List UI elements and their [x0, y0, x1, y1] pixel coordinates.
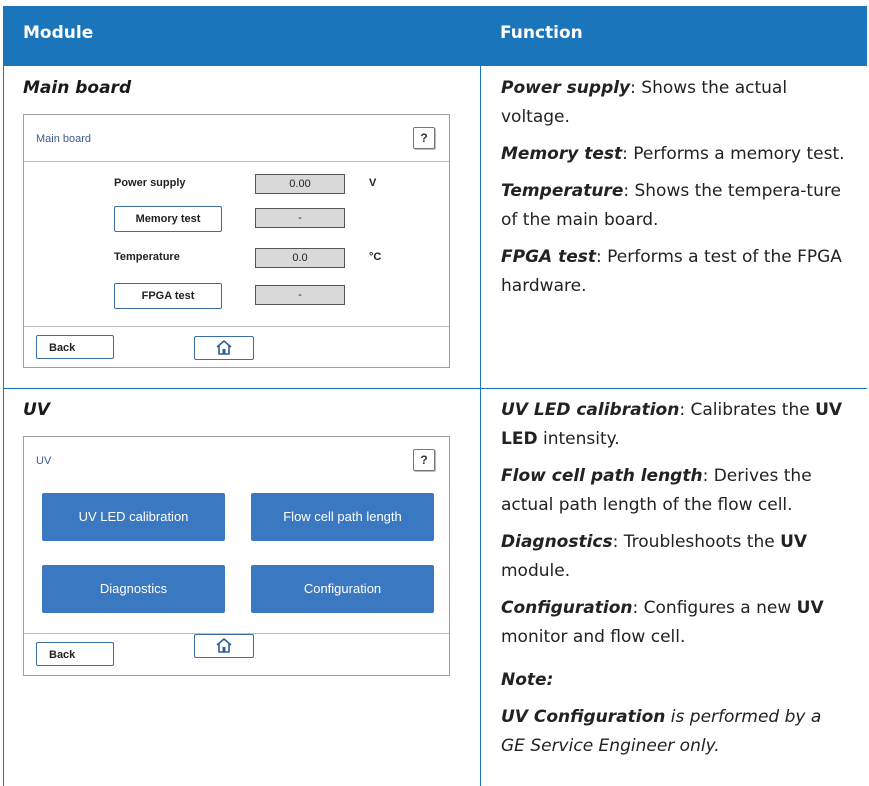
help-button[interactable]: ? [413, 127, 435, 149]
main-board-screen: Main board ? Power supply 0.00 V Memory … [23, 114, 450, 368]
flow-cell-path-length-button[interactable]: Flow cell path length [251, 493, 434, 541]
function-fpga-test: FPGA test: Performs a test of the FPGA h… [501, 247, 842, 296]
back-button[interactable]: Back [36, 642, 114, 666]
uv-functions: UV LED calibration: Calibrates the UV LE… [501, 396, 846, 769]
temperature-value: 0.0 [255, 248, 345, 268]
power-supply-label: Power supply [114, 177, 186, 189]
table-header: Module Function [3, 6, 867, 66]
uv-led-calibration-button[interactable]: UV LED calibration [42, 493, 225, 541]
footer-separator [24, 326, 449, 327]
diagnostics-button[interactable]: Diagnostics [42, 565, 225, 613]
help-icon: ? [420, 453, 428, 467]
module-title-uv: UV [23, 400, 50, 420]
memory-test-button[interactable]: Memory test [114, 206, 222, 232]
title-separator [24, 161, 449, 162]
configuration-button[interactable]: Configuration [251, 565, 434, 613]
home-button[interactable] [194, 634, 254, 658]
fpga-test-button[interactable]: FPGA test [114, 283, 222, 309]
table-left-border [3, 66, 4, 786]
function-configuration: Configuration: Configures a new UV monit… [501, 598, 824, 647]
screen-title: Main board [36, 133, 92, 145]
home-icon [216, 340, 232, 355]
screen-title: UV [36, 455, 52, 467]
column-header-module: Module [23, 23, 94, 43]
help-button[interactable]: ? [413, 449, 435, 471]
row-divider [3, 388, 867, 389]
module-title-main-board: Main board [23, 78, 132, 98]
temperature-unit: °C [369, 251, 382, 263]
main-board-functions: Power supply: Shows the actual voltage. … [501, 74, 846, 309]
power-supply-unit: V [369, 177, 377, 189]
memory-test-result: - [255, 208, 345, 228]
function-diagnostics: Diagnostics: Troubleshoots the UV module… [501, 532, 808, 581]
power-supply-value: 0.00 [255, 174, 345, 194]
function-uv-led-calibration: UV LED calibration: Calibrates the UV LE… [501, 400, 843, 449]
function-power-supply: Power supply: Shows the actual voltage. [501, 78, 788, 127]
home-icon [216, 638, 232, 653]
function-temperature: Temperature: Shows the tempera-ture of t… [501, 181, 841, 230]
uv-screen: UV ? UV LED calibration Flow cell path l… [23, 436, 450, 676]
back-button[interactable]: Back [36, 335, 114, 359]
column-header-function: Function [500, 23, 583, 43]
note-heading: Note: [501, 670, 554, 690]
column-divider [480, 66, 481, 786]
home-button[interactable] [194, 336, 254, 360]
help-icon: ? [420, 131, 428, 145]
note-body: UV Configuration is performed by a GE Se… [501, 707, 822, 756]
function-flow-cell-path-length: Flow cell path length: Derives the actua… [501, 466, 812, 515]
fpga-test-result: - [255, 285, 345, 305]
temperature-label: Temperature [114, 251, 180, 263]
function-memory-test: Memory test: Performs a memory test. [501, 144, 845, 164]
